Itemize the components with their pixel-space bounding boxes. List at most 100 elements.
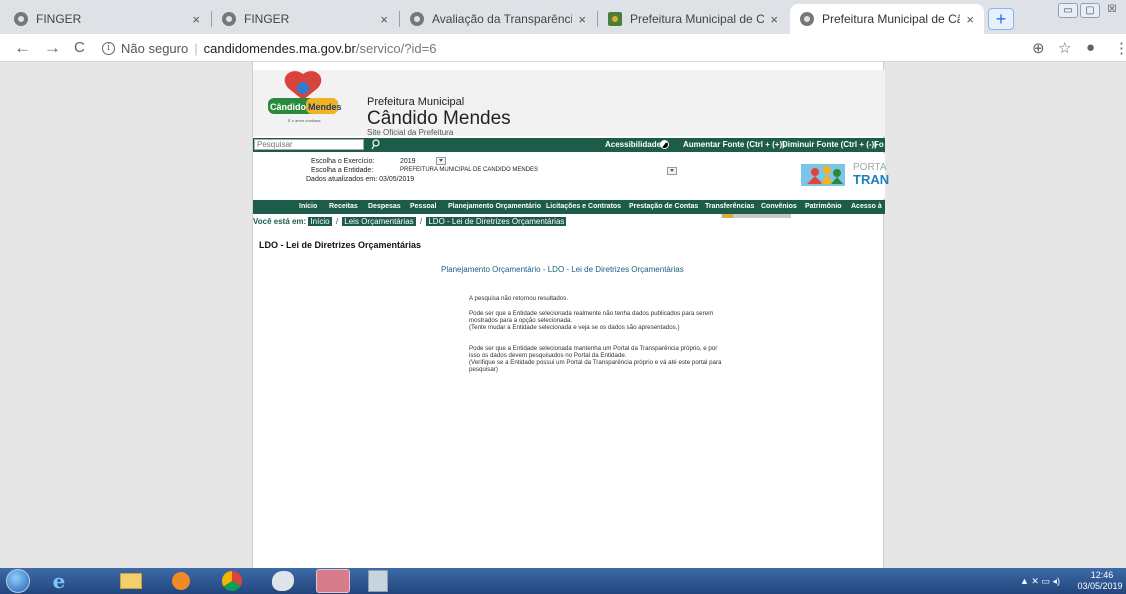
close-icon[interactable]: × xyxy=(770,12,778,27)
breadcrumb-separator: / xyxy=(419,217,423,226)
close-icon[interactable]: × xyxy=(380,12,388,27)
zoom-icon[interactable]: ⊕ xyxy=(1032,39,1045,57)
search-icon[interactable] xyxy=(371,138,381,150)
menu-item-prestacao[interactable]: Prestação de Contas xyxy=(629,203,698,210)
bookmark-star-icon[interactable]: ☆ xyxy=(1058,39,1071,57)
reload-button[interactable]: C xyxy=(74,38,85,58)
menu-item-planejamento[interactable]: Planejamento Orçamentário xyxy=(448,203,541,210)
close-icon[interactable]: × xyxy=(192,12,200,27)
menu-item-receitas[interactable]: Receitas xyxy=(329,203,358,210)
chrome-icon[interactable] xyxy=(222,571,242,591)
new-tab-button[interactable]: + xyxy=(988,8,1014,30)
breadcrumb-item-ldo[interactable]: LDO - Lei de Diretrizes Orçamentárias xyxy=(426,217,567,226)
clock-date[interactable]: 03/05/2019 xyxy=(1074,581,1126,591)
entity-value[interactable]: PREFEITURA MUNICIPAL DE CANDIDO MENDES xyxy=(400,167,538,173)
updated-date: Dados atualizados em: 03/05/2019 xyxy=(306,176,415,183)
menu-item-transferencias[interactable]: Transferências xyxy=(705,203,754,210)
tray-icons[interactable]: ▲ ✕ ▭ ◂) xyxy=(1020,576,1060,587)
portal-title-line-2: TRAN xyxy=(853,172,890,187)
logo-slogan: É o amor continua xyxy=(288,118,321,123)
breadcrumb-item-leis[interactable]: Leis Orçamentárias xyxy=(342,217,416,226)
site-page: Cândido Mendes É o amor continua Prefeit… xyxy=(252,62,889,568)
minimize-button[interactable]: ▭ xyxy=(1058,3,1078,18)
media-player-icon[interactable] xyxy=(172,572,190,590)
globe-icon xyxy=(800,12,814,26)
main-menu: Início Receitas Despesas Pessoal Planeja… xyxy=(253,200,885,214)
crest-icon xyxy=(608,12,622,26)
browser-toolbar: ← → C i Não seguro | candidomendes.ma.go… xyxy=(0,34,1126,62)
profile-icon[interactable]: ● xyxy=(1086,39,1095,56)
back-button[interactable]: ← xyxy=(14,38,31,58)
url-path: /servico/?id=6 xyxy=(355,40,437,56)
address-bar[interactable]: i Não seguro | candidomendes.ma.gov.br /… xyxy=(102,39,436,57)
no-results-message: A pesquisa não retornou resultados. xyxy=(469,295,569,302)
calculator-icon[interactable] xyxy=(368,570,388,592)
tab-finger-2[interactable]: FINGER × xyxy=(212,4,398,34)
page-viewport: Cândido Mendes É o amor continua Prefeit… xyxy=(0,62,1126,568)
hint-paragraph-1-note: (Tente mudar a Entidade selecionada e ve… xyxy=(469,324,680,331)
hint-paragraph-2-note: (Verifique se a Entidade possui um Porta… xyxy=(469,359,722,373)
accessibility-bar: Acessibilidade: Aumentar Fonte (Ctrl + (… xyxy=(253,138,885,152)
menu-item-licitacoes[interactable]: Licitações e Contratos xyxy=(546,203,621,210)
close-icon[interactable]: × xyxy=(578,12,586,27)
menu-item-acesso[interactable]: Acesso à xyxy=(851,203,882,210)
tab-title: Avaliação da Transparência dos xyxy=(432,12,573,26)
snipping-tool-icon[interactable] xyxy=(316,569,350,593)
site-header: Cândido Mendes É o amor continua Prefeit… xyxy=(253,70,885,137)
paint-icon[interactable] xyxy=(272,571,294,591)
tab-title: Prefeitura Municipal de Cândido xyxy=(630,12,765,26)
maximize-button[interactable]: ▢ xyxy=(1080,3,1100,18)
menu-item-despesas[interactable]: Despesas xyxy=(368,203,401,210)
contrast-icon[interactable] xyxy=(660,140,669,149)
close-window-button[interactable]: ☒ xyxy=(1102,3,1122,18)
menu-icon[interactable]: ⋮ xyxy=(1114,39,1126,57)
header-title: Cândido Mendes xyxy=(367,108,511,129)
exercise-dropdown[interactable] xyxy=(436,157,446,165)
close-icon[interactable]: × xyxy=(966,12,974,27)
ie-icon[interactable]: e xyxy=(48,570,70,592)
logo-word-1: Cândido xyxy=(270,102,306,112)
tab-title: FINGER xyxy=(36,12,82,26)
city-logo[interactable]: Cândido Mendes É o amor continua xyxy=(258,70,348,132)
page-title: LDO - Lei de Diretrizes Orçamentárias xyxy=(259,240,422,250)
tab-title: FINGER xyxy=(244,12,290,26)
breadcrumb-separator: / xyxy=(335,217,339,226)
exercise-label: Escolha o Exercício: xyxy=(311,158,375,165)
header-subtitle: Site Oficial da Prefeitura xyxy=(367,128,454,137)
taskbar: e ▲ ✕ ▭ ◂) 12:46 03/05/2019 xyxy=(0,568,1126,594)
tab-prefeitura-active[interactable]: Prefeitura Municipal de Cândido × xyxy=(790,4,984,34)
menu-item-convenios[interactable]: Convênios xyxy=(761,203,797,210)
clock-time[interactable]: 12:46 xyxy=(1082,570,1122,580)
menu-item-patrimonio[interactable]: Patrimônio xyxy=(805,203,842,210)
breadcrumb-item-inicio[interactable]: Início xyxy=(308,217,332,226)
info-icon[interactable]: i xyxy=(102,41,115,55)
section-title: Planejamento Orçamentário - LDO - Lei de… xyxy=(441,265,684,274)
menu-item-pessoal[interactable]: Pessoal xyxy=(410,203,436,210)
divider: | xyxy=(194,40,198,56)
security-label: Não seguro xyxy=(121,40,189,56)
explorer-icon[interactable] xyxy=(120,573,142,589)
government-seal xyxy=(721,214,791,218)
header-line-1: Prefeitura Municipal xyxy=(367,96,465,108)
breadcrumb: Você está em: Início / Leis Orçamentária… xyxy=(253,217,567,227)
breadcrumb-prefix: Você está em: xyxy=(253,217,307,226)
accessibility-label: Acessibilidade: xyxy=(605,140,664,149)
entity-label: Escolha a Entidade: xyxy=(311,167,374,174)
logo-word-2: Mendes xyxy=(308,102,342,112)
font-link-truncated[interactable]: Fo xyxy=(874,140,884,149)
entity-dropdown[interactable] xyxy=(667,167,677,175)
hint-paragraph-2: Pode ser que a Entidade selecionada mant… xyxy=(469,345,718,359)
exercise-value[interactable]: 2019 xyxy=(400,158,416,165)
forward-button[interactable]: → xyxy=(44,38,61,58)
tab-avaliacao[interactable]: Avaliação da Transparência dos × xyxy=(400,4,596,34)
menu-item-inicio[interactable]: Início xyxy=(299,203,317,210)
tab-finger-1[interactable]: FINGER × xyxy=(4,4,210,34)
tab-prefeitura-1[interactable]: Prefeitura Municipal de Cândido × xyxy=(598,4,788,34)
url-host: candidomendes.ma.gov.br xyxy=(203,40,356,56)
increase-font-link[interactable]: Aumentar Fonte (Ctrl + (+)) xyxy=(683,140,785,149)
hint-paragraph-1: Pode ser que a Entidade selecionada real… xyxy=(469,310,714,324)
start-orb[interactable] xyxy=(6,569,30,593)
site-search-input[interactable] xyxy=(254,139,364,150)
filter-panel: Escolha o Exercício: 2019 Escolha a Enti… xyxy=(253,154,889,198)
decrease-font-link[interactable]: Diminuir Fonte (Ctrl + (-)) xyxy=(782,140,877,149)
